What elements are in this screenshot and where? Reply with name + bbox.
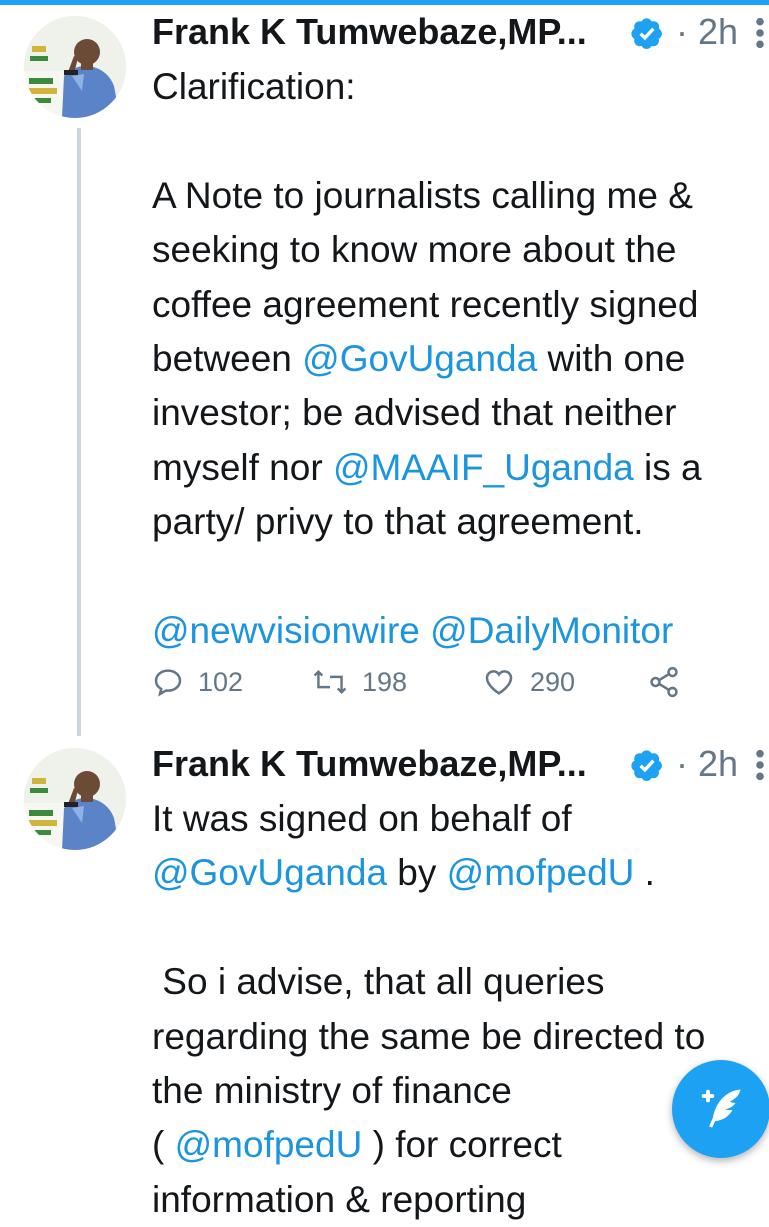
tweet-text	[420, 610, 430, 651]
tweet-line: investor; be advised that neither	[152, 386, 764, 440]
tweet-line: It was signed on behalf of	[152, 792, 764, 846]
tweet-header: Frank K Tumwebaze,MP... · 2h	[152, 740, 769, 790]
mention-link[interactable]: @mofpedU	[447, 852, 635, 893]
tweet-text: ) for correct	[362, 1124, 562, 1166]
tweet-line	[152, 901, 764, 955]
verified-badge-icon	[631, 750, 662, 782]
share-button[interactable]	[647, 660, 695, 704]
tweet-line: @GovUganda by @mofpedU .	[152, 846, 764, 900]
mention-link[interactable]: @MAAIF_Uganda	[333, 447, 634, 488]
mention-link[interactable]: @DailyMonitor	[430, 610, 673, 651]
tweet-text: (	[152, 1124, 175, 1166]
tweet-line: ( @mofpedU ) for correct	[152, 1118, 764, 1172]
retweet-button[interactable]: 198	[312, 660, 407, 704]
avatar[interactable]	[24, 748, 126, 850]
tweet-text: by	[387, 852, 447, 894]
heart-icon	[485, 670, 513, 695]
tweet-line: between @GovUganda with one	[152, 332, 764, 386]
tweet-line: seeking to know more about the	[152, 223, 764, 277]
mention-link[interactable]: @GovUganda	[302, 338, 537, 379]
tweet-text: is a	[633, 446, 702, 488]
tweet-text: regarding the same be directed to	[152, 1015, 706, 1057]
reply-button[interactable]: 102	[152, 660, 243, 704]
share-icon	[650, 666, 678, 698]
tweet-line: Clarification:	[152, 60, 764, 114]
tweet-line	[152, 114, 764, 168]
tweet-text: information & reporting	[152, 1178, 527, 1220]
tweet-text: coffee agreement recently signed	[152, 283, 699, 325]
tweet-line: @newvisionwire @DailyMonitor	[152, 604, 764, 658]
compose-feather-icon	[701, 1089, 741, 1128]
like-count: 290	[530, 666, 576, 697]
like-button[interactable]: 290	[482, 660, 575, 704]
tweet-header: Frank K Tumwebaze,MP... · 2h	[152, 8, 769, 58]
tweet-text: So i advise, that all queries	[152, 961, 605, 1003]
retweet-count: 198	[362, 666, 408, 697]
mention-link[interactable]: @newvisionwire	[152, 610, 420, 651]
author-name[interactable]: Frank K Tumwebaze,MP...	[152, 8, 587, 56]
avatar[interactable]	[24, 16, 126, 118]
reply-icon	[154, 669, 182, 697]
tweet-text: party/ privy to that agreement.	[152, 501, 644, 543]
tweet-text: between	[152, 337, 303, 379]
tweet-text: It was signed on behalf of	[152, 798, 572, 839]
mention-link[interactable]: @mofpedU	[175, 1124, 363, 1165]
tweet-actions: 102 198 290	[152, 660, 712, 704]
more-vertical-icon[interactable]	[751, 16, 769, 50]
more-vertical-icon[interactable]	[751, 748, 769, 782]
tweet-text: the ministry of finance	[152, 1069, 512, 1111]
tweet-line: regarding the same be directed to	[152, 1010, 764, 1064]
mention-link[interactable]: @GovUganda	[152, 852, 387, 893]
tweet-text: Clarification:	[152, 66, 356, 107]
tweet-text: A Note to journalists calling me &	[152, 174, 693, 216]
tweet-line	[152, 550, 764, 604]
tweet-text: with one	[537, 337, 686, 379]
tweet-body: It was signed on behalf of @GovUganda by …	[152, 792, 764, 1227]
tweet-line: myself nor @MAAIF_Uganda is a	[152, 441, 764, 495]
tweet-line: So i advise, that all queries	[152, 955, 764, 1009]
author-name[interactable]: Frank K Tumwebaze,MP...	[152, 740, 587, 788]
verified-badge-icon	[631, 18, 662, 50]
tweet-body: Clarification: A Note to journalists call…	[152, 60, 764, 658]
tweet-line: coffee agreement recently signed	[152, 278, 764, 332]
tweet-text: seeking to know more about the	[152, 229, 677, 271]
reply-count: 102	[198, 666, 244, 697]
compose-tweet-button[interactable]	[672, 1060, 769, 1158]
tweet-line: party/ privy to that agreement.	[152, 495, 764, 549]
tweet-text: myself nor	[152, 446, 333, 488]
retweet-icon	[313, 669, 347, 695]
tweet-timestamp[interactable]: · 2h	[676, 8, 738, 56]
tweet-text: investor; be advised that neither	[152, 392, 677, 434]
top-accent-bar	[0, 0, 769, 5]
tweet-line: A Note to journalists calling me &	[152, 169, 764, 223]
thread-connector-line	[77, 128, 81, 736]
tweet-text: .	[634, 852, 655, 894]
tweet-timestamp[interactable]: · 2h	[676, 740, 738, 788]
